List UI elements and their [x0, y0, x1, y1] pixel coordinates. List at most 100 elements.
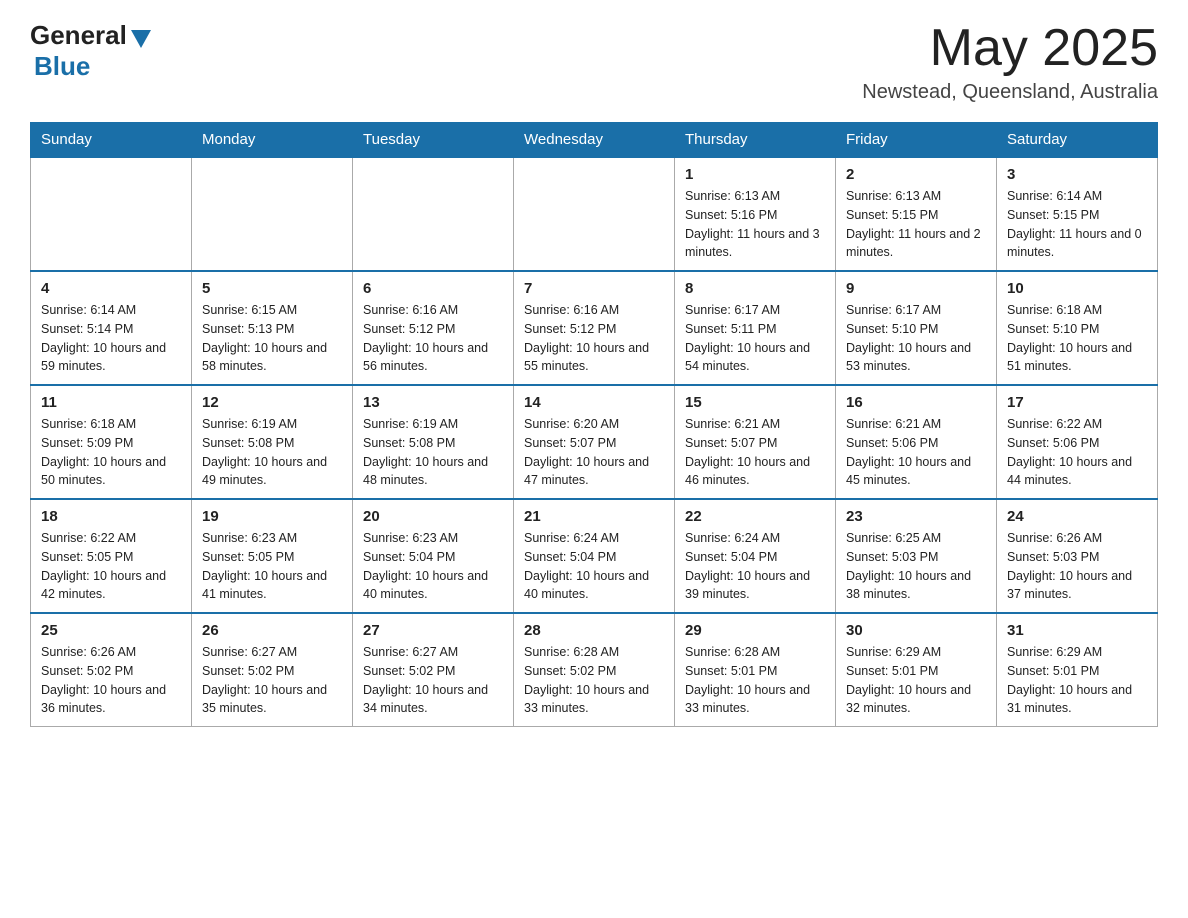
calendar-cell-3-2: 12 Sunrise: 6:19 AM Sunset: 5:08 PM Dayli…: [192, 385, 353, 499]
calendar-cell-5-3: 27Sunrise: 6:27 AM Sunset: 5:02 PM Dayli…: [353, 613, 514, 727]
calendar-week-row-1: 1Sunrise: 6:13 AM Sunset: 5:16 PM Daylig…: [31, 157, 1158, 271]
day-info: Sunrise: 6:24 AM Sunset: 5:04 PM Dayligh…: [524, 529, 664, 604]
day-info: Sunrise: 6:14 AM Sunset: 5:15 PM Dayligh…: [1007, 187, 1147, 262]
day-info: Sunrise: 6:28 AM Sunset: 5:01 PM Dayligh…: [685, 643, 825, 718]
day-number: 8: [685, 280, 825, 297]
calendar-week-row-2: 4Sunrise: 6:14 AM Sunset: 5:14 PM Daylig…: [31, 271, 1158, 385]
day-info: Sunrise: 6:17 AM Sunset: 5:11 PM Dayligh…: [685, 301, 825, 376]
calendar-week-row-4: 18 Sunrise: 6:22 AM Sunset: 5:05 PM Dayli…: [31, 499, 1158, 613]
calendar-week-row-5: 25 Sunrise: 6:26 AM Sunset: 5:02 PM Dayli…: [31, 613, 1158, 727]
calendar-cell-5-6: 30 Sunrise: 6:29 AM Sunset: 5:01 PM Dayli…: [836, 613, 997, 727]
calendar-cell-4-6: 23 Sunrise: 6:25 AM Sunset: 5:03 PM Dayli…: [836, 499, 997, 613]
day-info: Sunrise: 6:23 AM Sunset: 5:05 PM Dayligh…: [202, 529, 342, 604]
calendar-cell-4-1: 18 Sunrise: 6:22 AM Sunset: 5:05 PM Dayli…: [31, 499, 192, 613]
calendar-cell-2-2: 5 Sunrise: 6:15 AM Sunset: 5:13 PM Daylig…: [192, 271, 353, 385]
day-number: 7: [524, 280, 664, 297]
calendar-cell-4-3: 20 Sunrise: 6:23 AM Sunset: 5:04 PM Dayli…: [353, 499, 514, 613]
calendar-cell-2-3: 6Sunrise: 6:16 AM Sunset: 5:12 PM Daylig…: [353, 271, 514, 385]
day-number: 5: [202, 280, 342, 297]
day-info: Sunrise: 6:25 AM Sunset: 5:03 PM Dayligh…: [846, 529, 986, 604]
calendar-header-sunday: Sunday: [31, 123, 192, 158]
day-number: 24: [1007, 508, 1147, 525]
day-info: Sunrise: 6:16 AM Sunset: 5:12 PM Dayligh…: [524, 301, 664, 376]
day-number: 14: [524, 394, 664, 411]
day-info: Sunrise: 6:20 AM Sunset: 5:07 PM Dayligh…: [524, 415, 664, 490]
calendar-cell-5-5: 29 Sunrise: 6:28 AM Sunset: 5:01 PM Dayli…: [675, 613, 836, 727]
calendar-cell-4-5: 22 Sunrise: 6:24 AM Sunset: 5:04 PM Dayli…: [675, 499, 836, 613]
day-number: 17: [1007, 394, 1147, 411]
logo: General Blue: [30, 20, 151, 82]
day-info: Sunrise: 6:17 AM Sunset: 5:10 PM Dayligh…: [846, 301, 986, 376]
logo-blue-text: Blue: [34, 51, 90, 82]
day-number: 18: [41, 508, 181, 525]
title-block: May 2025 Newstead, Queensland, Australia: [862, 20, 1158, 104]
day-info: Sunrise: 6:19 AM Sunset: 5:08 PM Dayligh…: [363, 415, 503, 490]
day-number: 29: [685, 622, 825, 639]
calendar-cell-5-1: 25 Sunrise: 6:26 AM Sunset: 5:02 PM Dayli…: [31, 613, 192, 727]
calendar-cell-1-2: [192, 157, 353, 271]
calendar-cell-5-4: 28 Sunrise: 6:28 AM Sunset: 5:02 PM Dayli…: [514, 613, 675, 727]
calendar-cell-4-4: 21 Sunrise: 6:24 AM Sunset: 5:04 PM Dayli…: [514, 499, 675, 613]
day-number: 30: [846, 622, 986, 639]
day-info: Sunrise: 6:22 AM Sunset: 5:05 PM Dayligh…: [41, 529, 181, 604]
day-number: 21: [524, 508, 664, 525]
day-number: 28: [524, 622, 664, 639]
day-number: 31: [1007, 622, 1147, 639]
calendar-cell-4-2: 19 Sunrise: 6:23 AM Sunset: 5:05 PM Dayli…: [192, 499, 353, 613]
day-number: 22: [685, 508, 825, 525]
calendar-cell-3-6: 16Sunrise: 6:21 AM Sunset: 5:06 PM Dayli…: [836, 385, 997, 499]
day-info: Sunrise: 6:18 AM Sunset: 5:10 PM Dayligh…: [1007, 301, 1147, 376]
calendar-header-monday: Monday: [192, 123, 353, 158]
day-number: 26: [202, 622, 342, 639]
calendar-cell-5-2: 26 Sunrise: 6:27 AM Sunset: 5:02 PM Dayli…: [192, 613, 353, 727]
calendar-cell-1-1: [31, 157, 192, 271]
day-info: Sunrise: 6:15 AM Sunset: 5:13 PM Dayligh…: [202, 301, 342, 376]
month-title: May 2025: [862, 20, 1158, 77]
calendar-cell-3-1: 11 Sunrise: 6:18 AM Sunset: 5:09 PM Dayli…: [31, 385, 192, 499]
calendar-cell-1-7: 3Sunrise: 6:14 AM Sunset: 5:15 PM Daylig…: [997, 157, 1158, 271]
calendar-cell-2-6: 9 Sunrise: 6:17 AM Sunset: 5:10 PM Daylig…: [836, 271, 997, 385]
day-info: Sunrise: 6:18 AM Sunset: 5:09 PM Dayligh…: [41, 415, 181, 490]
day-info: Sunrise: 6:26 AM Sunset: 5:03 PM Dayligh…: [1007, 529, 1147, 604]
calendar-header-wednesday: Wednesday: [514, 123, 675, 158]
calendar-cell-1-6: 2Sunrise: 6:13 AM Sunset: 5:15 PM Daylig…: [836, 157, 997, 271]
page-header: General Blue May 2025 Newstead, Queensla…: [30, 20, 1158, 104]
logo-triangle-icon: [131, 30, 151, 48]
day-info: Sunrise: 6:23 AM Sunset: 5:04 PM Dayligh…: [363, 529, 503, 604]
calendar-header-row: SundayMondayTuesdayWednesdayThursdayFrid…: [31, 123, 1158, 158]
day-info: Sunrise: 6:13 AM Sunset: 5:15 PM Dayligh…: [846, 187, 986, 262]
day-number: 16: [846, 394, 986, 411]
day-info: Sunrise: 6:16 AM Sunset: 5:12 PM Dayligh…: [363, 301, 503, 376]
calendar-header-friday: Friday: [836, 123, 997, 158]
day-number: 19: [202, 508, 342, 525]
day-number: 27: [363, 622, 503, 639]
calendar-header-tuesday: Tuesday: [353, 123, 514, 158]
day-number: 12: [202, 394, 342, 411]
day-info: Sunrise: 6:13 AM Sunset: 5:16 PM Dayligh…: [685, 187, 825, 262]
calendar-cell-2-4: 7 Sunrise: 6:16 AM Sunset: 5:12 PM Daylig…: [514, 271, 675, 385]
day-number: 9: [846, 280, 986, 297]
logo-general-text: General: [30, 20, 127, 51]
calendar-cell-3-5: 15Sunrise: 6:21 AM Sunset: 5:07 PM Dayli…: [675, 385, 836, 499]
day-info: Sunrise: 6:27 AM Sunset: 5:02 PM Dayligh…: [202, 643, 342, 718]
day-number: 25: [41, 622, 181, 639]
calendar-header-saturday: Saturday: [997, 123, 1158, 158]
calendar-cell-4-7: 24 Sunrise: 6:26 AM Sunset: 5:03 PM Dayli…: [997, 499, 1158, 613]
calendar-week-row-3: 11 Sunrise: 6:18 AM Sunset: 5:09 PM Dayli…: [31, 385, 1158, 499]
day-info: Sunrise: 6:28 AM Sunset: 5:02 PM Dayligh…: [524, 643, 664, 718]
calendar-cell-1-3: [353, 157, 514, 271]
calendar-cell-2-7: 10Sunrise: 6:18 AM Sunset: 5:10 PM Dayli…: [997, 271, 1158, 385]
day-info: Sunrise: 6:26 AM Sunset: 5:02 PM Dayligh…: [41, 643, 181, 718]
calendar-cell-2-5: 8 Sunrise: 6:17 AM Sunset: 5:11 PM Daylig…: [675, 271, 836, 385]
day-number: 20: [363, 508, 503, 525]
day-number: 11: [41, 394, 181, 411]
day-info: Sunrise: 6:19 AM Sunset: 5:08 PM Dayligh…: [202, 415, 342, 490]
calendar-header-thursday: Thursday: [675, 123, 836, 158]
day-number: 23: [846, 508, 986, 525]
day-info: Sunrise: 6:24 AM Sunset: 5:04 PM Dayligh…: [685, 529, 825, 604]
day-info: Sunrise: 6:29 AM Sunset: 5:01 PM Dayligh…: [846, 643, 986, 718]
calendar-cell-3-4: 14 Sunrise: 6:20 AM Sunset: 5:07 PM Dayli…: [514, 385, 675, 499]
calendar-cell-2-1: 4Sunrise: 6:14 AM Sunset: 5:14 PM Daylig…: [31, 271, 192, 385]
location-subtitle: Newstead, Queensland, Australia: [862, 81, 1158, 104]
calendar-cell-3-3: 13Sunrise: 6:19 AM Sunset: 5:08 PM Dayli…: [353, 385, 514, 499]
